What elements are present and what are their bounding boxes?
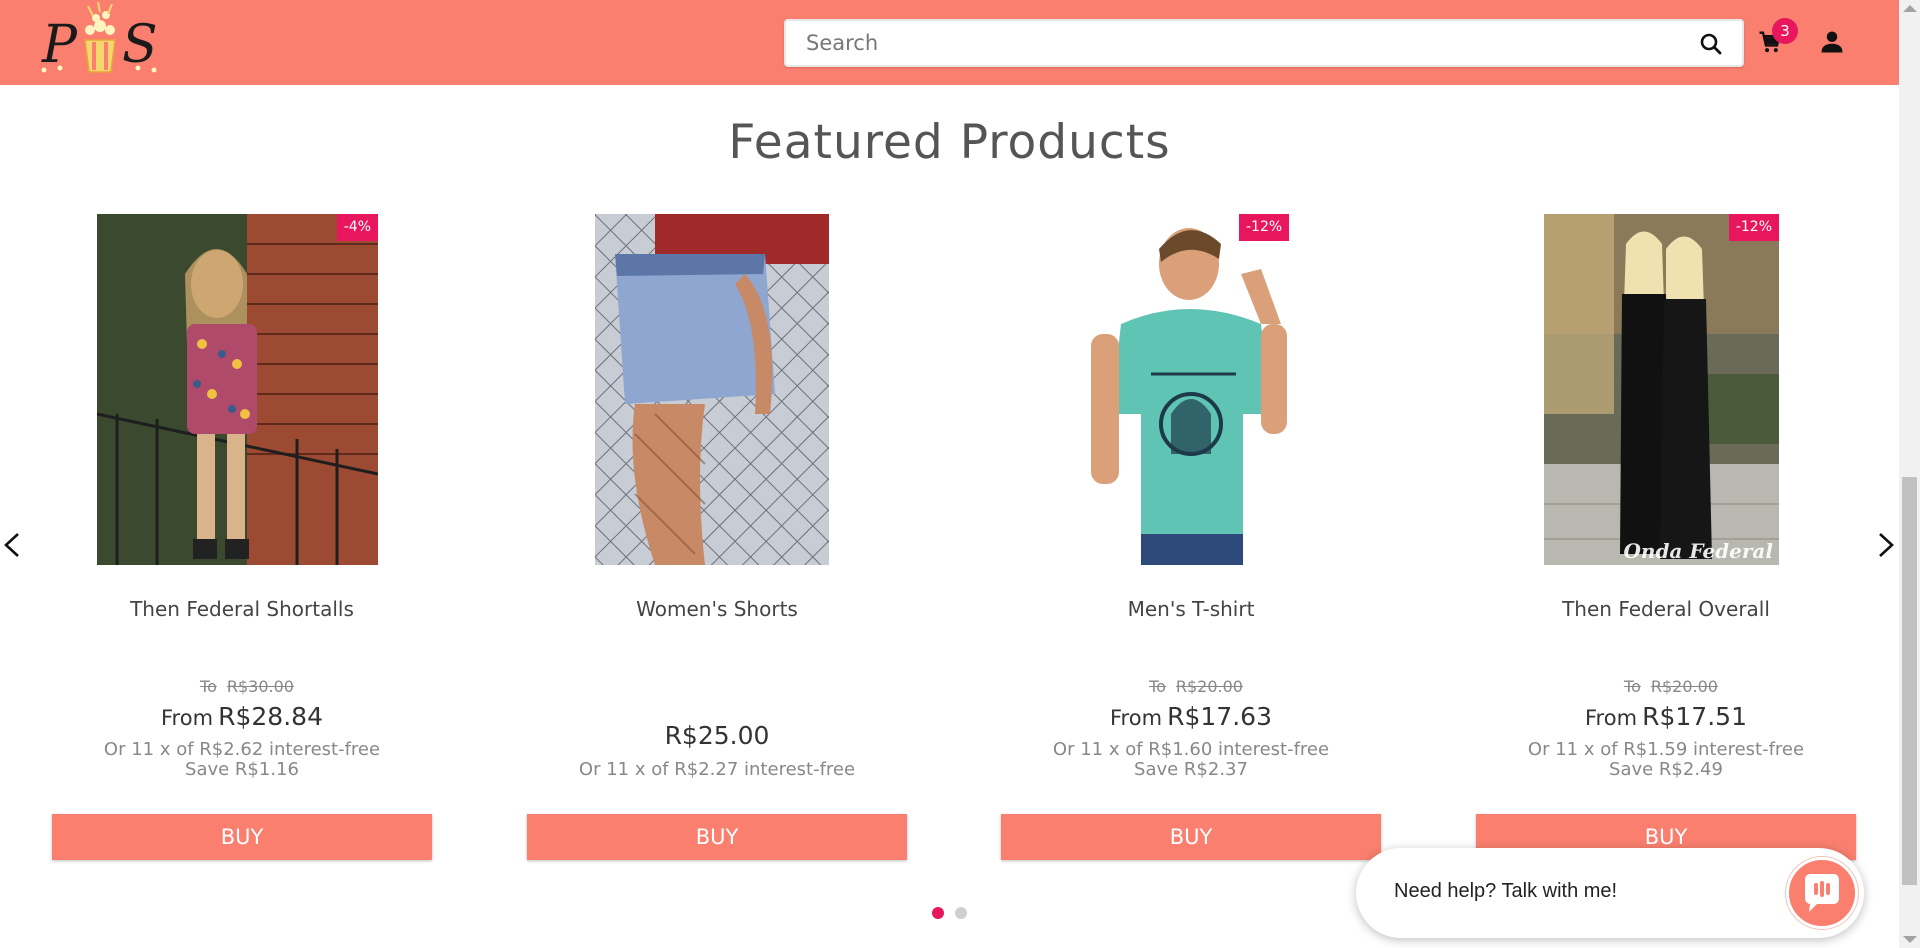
buy-button[interactable]: BUY	[1001, 814, 1381, 860]
old-price-value: R$20.00	[1650, 677, 1718, 696]
old-price-prefix: To	[1624, 677, 1641, 696]
buy-button[interactable]: BUY	[52, 814, 432, 860]
carousel-prev-icon[interactable]	[0, 528, 26, 562]
scrollbar-thumb[interactable]	[1902, 477, 1917, 885]
from-label: From	[1585, 706, 1638, 730]
discount-badge: -12%	[1239, 214, 1290, 241]
save-text: Save R$2.37	[1134, 759, 1248, 780]
product-image[interactable]: -12%	[1071, 214, 1311, 565]
current-price: From R$28.84	[52, 702, 432, 731]
price-value: R$28.84	[218, 702, 323, 731]
product-name[interactable]: Then Federal Shortalls	[52, 597, 432, 621]
product-name[interactable]: Men's T-shirt	[1001, 597, 1381, 621]
installments-text: Or 11 x of R$1.59 interest-free	[1527, 739, 1805, 760]
old-price-prefix: To	[1149, 677, 1166, 696]
old-price-value: R$30.00	[226, 677, 294, 696]
section-title: Featured Products	[728, 115, 1171, 170]
product-card: -12% Onda Federal Then Federal Overall T…	[1476, 214, 1856, 864]
popcorn-logo-icon: P S	[41, 1, 158, 75]
price-value: R$17.51	[1642, 702, 1747, 731]
search-input[interactable]	[806, 21, 1666, 65]
product-card: Women's Shorts R$25.00 Or 11 x of R$2.27…	[527, 214, 907, 864]
chat-bubble-icon[interactable]	[1786, 857, 1858, 929]
carousel-dot[interactable]	[955, 907, 967, 919]
from-label: From	[1110, 706, 1163, 730]
installments-text: Or 11 x of R$2.62 interest-free	[103, 739, 381, 760]
price-value: R$17.63	[1167, 702, 1272, 731]
carousel-dot-active[interactable]	[932, 907, 944, 919]
scroll-down-icon[interactable]	[1903, 936, 1917, 943]
chat-prompt-text: Need help? Talk with me!	[1394, 880, 1618, 902]
carousel-next-icon[interactable]	[1872, 528, 1898, 562]
old-price-value: R$20.00	[1175, 677, 1243, 696]
image-watermark: Onda Federal	[1623, 539, 1773, 563]
product-name[interactable]: Then Federal Overall	[1476, 597, 1856, 621]
search-box	[784, 19, 1744, 67]
scroll-up-icon[interactable]	[1903, 5, 1917, 12]
save-text: Save R$2.49	[1609, 759, 1723, 780]
svg-text:P: P	[41, 15, 78, 75]
save-text: Save R$1.16	[185, 759, 299, 780]
search-icon[interactable]	[1696, 29, 1726, 59]
discount-badge: -4%	[336, 214, 378, 241]
site-header: P S 3	[0, 0, 1899, 85]
old-price: To R$20.00	[1476, 677, 1856, 696]
installments-text: Or 11 x of R$1.60 interest-free	[1052, 739, 1330, 760]
svg-text:S: S	[122, 15, 158, 75]
current-price: From R$17.51	[1476, 702, 1856, 731]
user-icon[interactable]	[1818, 28, 1848, 58]
buy-button[interactable]: BUY	[527, 814, 907, 860]
product-card: -4% Then Federal Shortalls To R$30.00 Fro…	[52, 214, 432, 864]
product-card: -12% Men's T-shirt To R$20.00 From R$17.6…	[1001, 214, 1381, 864]
site-logo[interactable]: P S	[30, 0, 170, 80]
product-image[interactable]	[595, 214, 829, 565]
old-price: To R$30.00	[52, 677, 432, 696]
product-name[interactable]: Women's Shorts	[527, 597, 907, 621]
product-image[interactable]: -4%	[97, 214, 378, 565]
current-price: From R$17.63	[1001, 702, 1381, 731]
cart-count-badge: 3	[1772, 18, 1798, 44]
from-label: From	[161, 706, 214, 730]
price-value: R$25.00	[664, 721, 770, 750]
help-chat-widget[interactable]: Need help? Talk with me!	[1356, 848, 1864, 938]
product-image[interactable]: -12% Onda Federal	[1544, 214, 1779, 565]
old-price-prefix: To	[200, 677, 217, 696]
old-price: To R$20.00	[1001, 677, 1381, 696]
installments-text: Or 11 x of R$2.27 interest-free	[578, 759, 856, 780]
discount-badge: -12%	[1728, 214, 1779, 241]
